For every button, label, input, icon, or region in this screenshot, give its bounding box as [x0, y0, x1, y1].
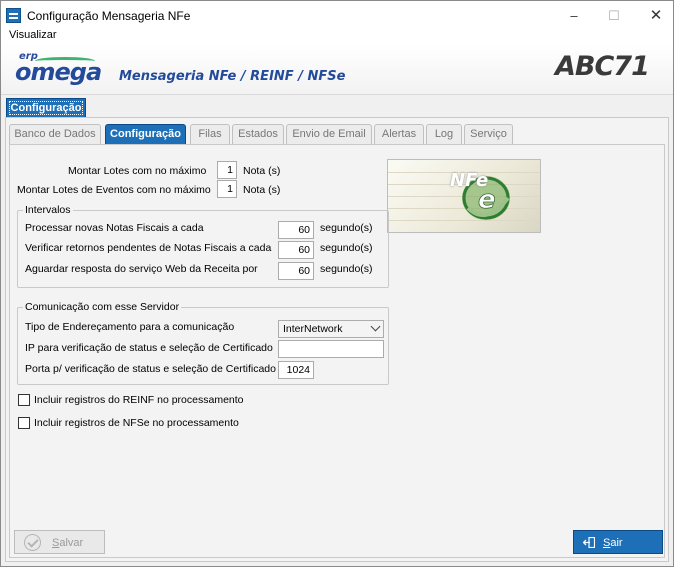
- intervalo-aguardar-unit: segundo(s): [320, 263, 373, 275]
- max-lotes-eventos-input[interactable]: 1: [217, 180, 237, 198]
- tab-alertas[interactable]: Alertas: [374, 124, 424, 144]
- maximize-button[interactable]: ☐: [599, 5, 629, 27]
- title-bar: Configuração Mensageria NFe – ☐ ✕: [1, 1, 673, 31]
- porta-input[interactable]: 1024: [278, 361, 314, 379]
- tipo-enderecamento-label: Tipo de Endereçamento para a comunicação: [25, 321, 235, 333]
- tipo-enderecamento-select[interactable]: InterNetwork: [278, 320, 384, 338]
- intervalos-title: Intervalos: [23, 204, 73, 216]
- nfse-checkbox-label[interactable]: Incluir registros de NFSe no processamen…: [34, 417, 239, 429]
- ip-label: IP para verificação de status e seleção …: [25, 342, 273, 354]
- tab-banco-de-dados[interactable]: Banco de Dados: [9, 124, 101, 144]
- nfe-image-text: NFe: [450, 170, 489, 191]
- outer-tab-label: Configuração: [8, 101, 84, 115]
- reinf-checkbox-label[interactable]: Incluir registros do REINF no processame…: [34, 394, 244, 406]
- banner-title: Mensageria NFe / REINF / NFSe: [119, 69, 346, 84]
- max-lotes-eventos-label: Montar Lotes de Eventos com no máximo: [17, 184, 211, 196]
- max-lotes-label: Montar Lotes com no máximo: [68, 165, 207, 177]
- tab-estados[interactable]: Estados: [232, 124, 284, 144]
- tab-servico[interactable]: Serviço: [464, 124, 513, 144]
- brand-logo: ABC71: [555, 51, 650, 82]
- max-lotes-unit: Nota (s): [243, 165, 281, 177]
- nfe-logo-image: e NFe: [387, 159, 541, 233]
- porta-label: Porta p/ verificação de status e seleção…: [25, 363, 276, 375]
- app-icon: [6, 8, 21, 23]
- window-title: Configuração Mensageria NFe: [27, 9, 191, 23]
- intervalo-verificar-unit: segundo(s): [320, 242, 373, 254]
- main-window: Configuração Mensageria NFe – ☐ ✕ Visual…: [0, 0, 674, 567]
- intervalo-processar-unit: segundo(s): [320, 222, 373, 234]
- ip-input[interactable]: [278, 340, 384, 358]
- salvar-button[interactable]: Salvar: [14, 530, 105, 554]
- menu-item-visualizar[interactable]: Visualizar: [9, 29, 57, 41]
- header-banner: erp omega Mensageria NFe / REINF / NFSe …: [1, 45, 673, 95]
- intervalo-processar-label: Processar novas Notas Fiscais a cada: [25, 222, 204, 234]
- comunicacao-title: Comunicação com esse Servidor: [23, 301, 182, 313]
- menu-bar: Visualizar: [1, 29, 673, 45]
- tab-filas[interactable]: Filas: [190, 124, 230, 144]
- max-lotes-eventos-unit: Nota (s): [243, 184, 281, 196]
- intervalo-aguardar-input[interactable]: 60: [278, 262, 314, 280]
- sair-button-label: Sair: [603, 537, 623, 549]
- intervalo-aguardar-label: Aguardar resposta do serviço Web da Rece…: [25, 263, 258, 275]
- intervalo-verificar-label: Verificar retornos pendentes de Notas Fi…: [25, 242, 272, 254]
- reinf-checkbox[interactable]: [18, 394, 30, 406]
- tab-configuracao[interactable]: Configuração: [105, 124, 186, 144]
- close-button[interactable]: ✕: [641, 5, 671, 27]
- checkmark-circle-icon: [24, 534, 41, 551]
- chevron-down-icon: [370, 321, 381, 332]
- tipo-enderecamento-value: InterNetwork: [283, 323, 343, 335]
- tab-log[interactable]: Log: [426, 124, 462, 144]
- intervalo-processar-input[interactable]: 60: [278, 221, 314, 239]
- sair-button[interactable]: Sair: [573, 530, 663, 554]
- outer-tab-configuracao[interactable]: Configuração: [6, 98, 86, 118]
- logo-omega-text: omega: [15, 58, 102, 86]
- minimize-button[interactable]: –: [559, 5, 589, 27]
- intervalo-verificar-input[interactable]: 60: [278, 241, 314, 259]
- max-lotes-input[interactable]: 1: [217, 161, 237, 179]
- nfse-checkbox[interactable]: [18, 417, 30, 429]
- exit-icon: [583, 537, 595, 548]
- tab-envio-de-email[interactable]: Envio de Email: [286, 124, 372, 144]
- salvar-button-label: Salvar: [52, 537, 84, 549]
